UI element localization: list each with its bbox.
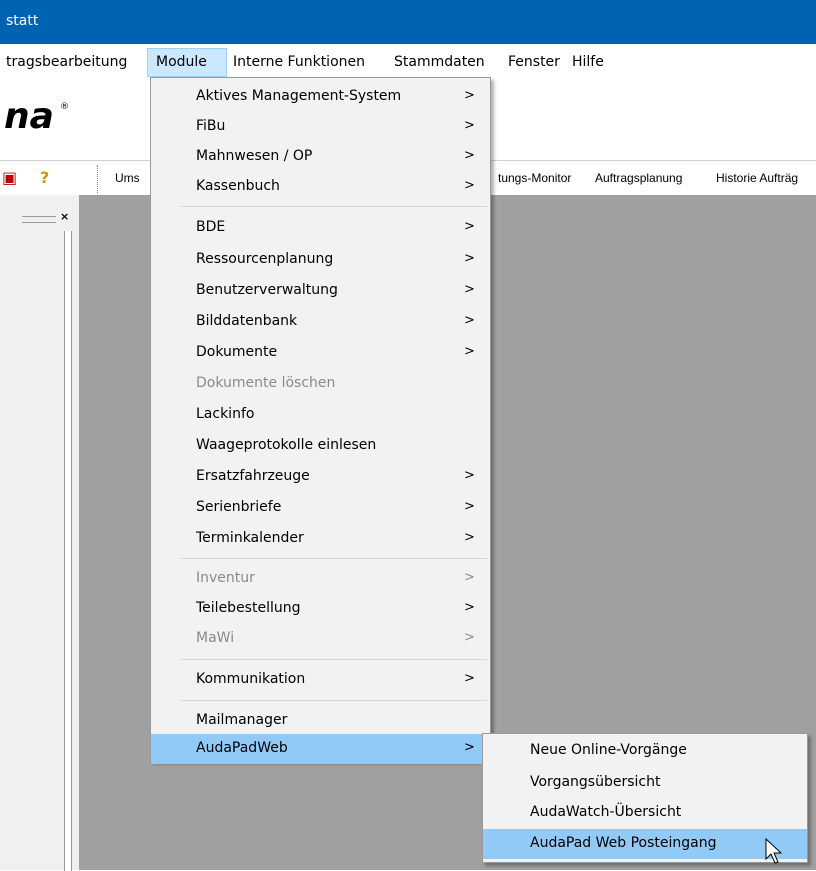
mouse-cursor-icon bbox=[765, 838, 783, 864]
chevron-right-icon: > bbox=[464, 178, 475, 193]
menu-fenster[interactable]: Fenster bbox=[508, 48, 560, 77]
menu-item-terminkalender[interactable]: Terminkalender > bbox=[151, 524, 490, 554]
menu-item-dokumente[interactable]: Dokumente > bbox=[151, 338, 490, 368]
menu-item-bilddatenbank[interactable]: Bilddatenbank > bbox=[151, 307, 490, 337]
menu-item-ressourcenplanung[interactable]: Ressourcenplanung > bbox=[151, 245, 490, 275]
window-title: statt bbox=[6, 13, 39, 29]
registered-mark: ® bbox=[60, 102, 69, 112]
submenu-item-neue-online-vorgaenge[interactable]: Neue Online-Vorgänge bbox=[483, 736, 807, 766]
chevron-right-icon: > bbox=[464, 630, 475, 645]
chevron-right-icon: > bbox=[464, 671, 475, 686]
module-menu: Aktives Management-System > FiBu > Mahnwes… bbox=[150, 77, 491, 764]
submenu-item-audawatch-uebersicht[interactable]: AudaWatch-Übersicht bbox=[483, 798, 807, 828]
side-panel: × bbox=[0, 195, 80, 871]
chevron-right-icon: > bbox=[464, 219, 475, 234]
menu-item-mawi: MaWi > bbox=[196, 630, 475, 646]
menu-module[interactable]: Module bbox=[147, 48, 227, 77]
menu-item-waageprotokolle-einlesen[interactable]: Waageprotokolle einlesen bbox=[151, 431, 490, 461]
chevron-right-icon: > bbox=[464, 282, 475, 297]
menu-item-kassenbuch[interactable]: Kassenbuch > bbox=[151, 172, 490, 202]
toolbar-historie-auftraege[interactable]: Historie Aufträg bbox=[716, 171, 798, 185]
menu-item-kommunikation[interactable]: Kommunikation > bbox=[151, 665, 490, 695]
toolbar-leistungs-monitor[interactable]: tungs-Monitor bbox=[498, 171, 571, 185]
toolbar-separator bbox=[97, 165, 99, 193]
chevron-right-icon: > bbox=[464, 530, 475, 545]
chevron-right-icon: > bbox=[464, 499, 475, 514]
menu-item-dokumente-loeschen: Dokumente löschen bbox=[196, 375, 336, 391]
panel-divider bbox=[64, 231, 72, 871]
menu-separator bbox=[181, 659, 487, 660]
chevron-right-icon: > bbox=[464, 88, 475, 103]
close-icon[interactable]: × bbox=[60, 210, 69, 223]
logo-text: na bbox=[4, 96, 54, 137]
menu-auftragsbearbeitung[interactable]: tragsbearbeitung bbox=[6, 48, 127, 77]
menu-item-bde[interactable]: BDE > bbox=[151, 213, 490, 243]
toolbar-auftragsplanung[interactable]: Auftragsplanung bbox=[595, 171, 682, 185]
panel-grip[interactable] bbox=[22, 216, 56, 223]
logo: na ® bbox=[4, 96, 69, 137]
menu-item-inventur: Inventur > bbox=[196, 570, 475, 586]
menu-hilfe[interactable]: Hilfe bbox=[572, 48, 604, 77]
chevron-right-icon: > bbox=[464, 600, 475, 615]
chevron-right-icon: > bbox=[464, 251, 475, 266]
chevron-right-icon: > bbox=[464, 570, 475, 585]
menu-separator bbox=[181, 206, 487, 207]
chevron-right-icon: > bbox=[464, 344, 475, 359]
title-bar: statt bbox=[0, 0, 816, 44]
chevron-right-icon: > bbox=[464, 313, 475, 328]
menu-separator bbox=[181, 700, 487, 701]
menu-stammdaten[interactable]: Stammdaten bbox=[394, 48, 485, 77]
app-icon[interactable]: ▣ bbox=[2, 168, 17, 187]
menu-item-audapadweb[interactable]: AudaPadWeb > bbox=[151, 734, 490, 764]
chevron-right-icon: > bbox=[464, 740, 475, 755]
chevron-right-icon: > bbox=[464, 468, 475, 483]
menu-separator bbox=[181, 558, 487, 559]
menu-item-teilebestellung[interactable]: Teilebestellung > bbox=[151, 594, 490, 624]
menu-item-serienbriefe[interactable]: Serienbriefe > bbox=[151, 493, 490, 523]
menu-item-mailmanager[interactable]: Mailmanager bbox=[151, 706, 490, 736]
chevron-right-icon: > bbox=[464, 148, 475, 163]
menu-item-ersatzfahrzeuge[interactable]: Ersatzfahrzeuge > bbox=[151, 462, 490, 492]
menu-interne-funktionen[interactable]: Interne Funktionen bbox=[233, 48, 365, 77]
help-icon[interactable]: ? bbox=[40, 168, 49, 187]
menu-item-aktives-management-system[interactable]: Aktives Management-System > bbox=[151, 82, 490, 112]
toolbar-umsatz[interactable]: Ums bbox=[115, 171, 140, 185]
audapadweb-submenu: Neue Online-Vorgänge Vorgangsübersicht A… bbox=[482, 733, 808, 863]
submenu-item-audapad-web-posteingang[interactable]: AudaPad Web Posteingang bbox=[483, 829, 807, 859]
chevron-right-icon: > bbox=[464, 118, 475, 133]
menu-item-mahnwesen-op[interactable]: Mahnwesen / OP > bbox=[151, 142, 490, 172]
menu-item-lackinfo[interactable]: Lackinfo bbox=[151, 400, 490, 430]
menu-item-benutzerverwaltung[interactable]: Benutzerverwaltung > bbox=[151, 276, 490, 306]
menu-bar: tragsbearbeitung Module Interne Funktion… bbox=[0, 48, 816, 77]
menu-item-fibu[interactable]: FiBu > bbox=[151, 112, 490, 142]
submenu-item-vorgangsuebersicht[interactable]: Vorgangsübersicht bbox=[483, 768, 807, 798]
